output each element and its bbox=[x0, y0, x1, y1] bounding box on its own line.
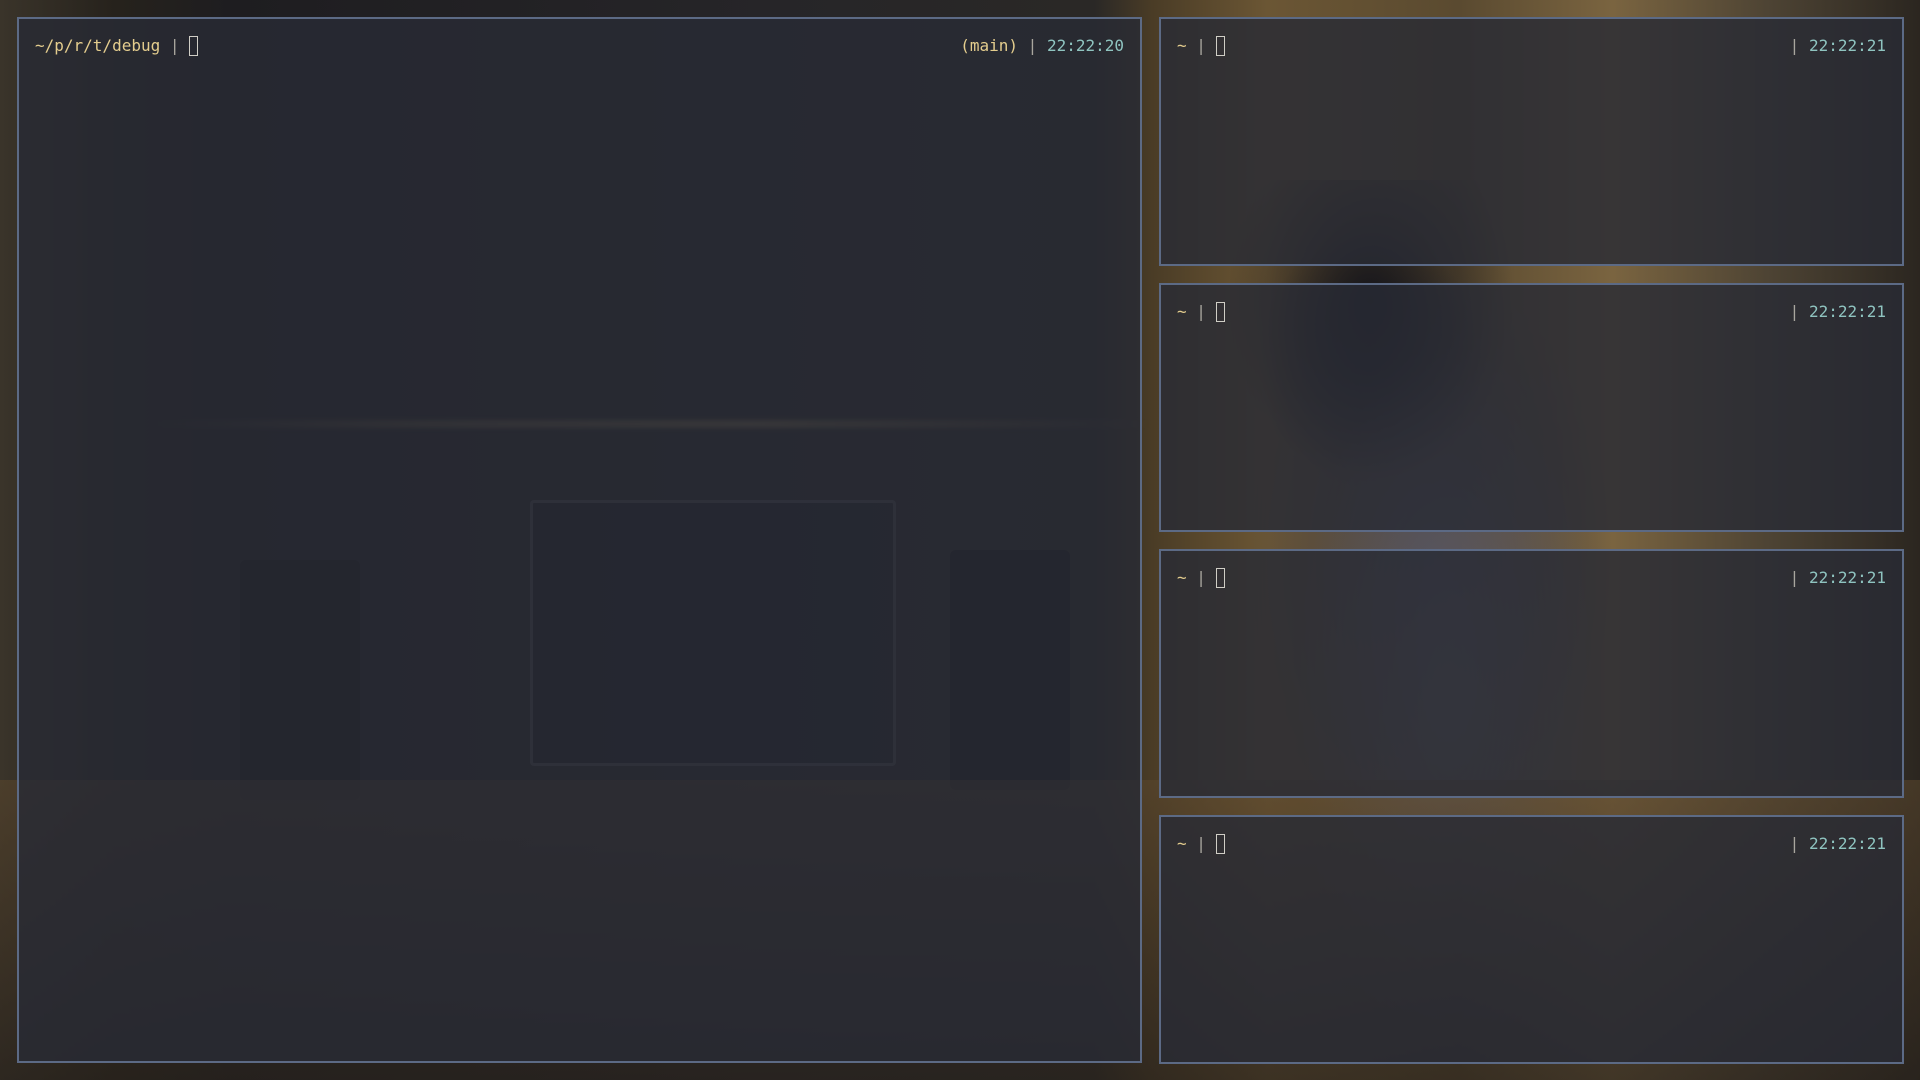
prompt-left: ~/p/r/t/debug | bbox=[35, 35, 199, 57]
prompt-line: ~ | | 22:22:21 bbox=[1177, 833, 1886, 855]
prompt-separator: | bbox=[1186, 834, 1216, 853]
prompt-left: ~ | bbox=[1177, 35, 1225, 57]
prompt-right-separator: | bbox=[1018, 36, 1047, 55]
prompt-left: ~ | bbox=[1177, 567, 1225, 589]
cursor-icon bbox=[1215, 568, 1225, 588]
prompt-separator: | bbox=[1186, 568, 1216, 587]
git-branch: (main) bbox=[960, 36, 1019, 55]
terminal-pane-2[interactable]: ~ | | 22:22:21 bbox=[1159, 283, 1904, 532]
terminal-pane-1[interactable]: ~ | | 22:22:21 bbox=[1159, 17, 1904, 266]
cursor-icon bbox=[1215, 834, 1225, 854]
terminal-pane-main[interactable]: ~/p/r/t/debug | (main) | 22:22:20 bbox=[17, 17, 1142, 1063]
prompt-time: 22:22:20 bbox=[1046, 36, 1124, 55]
cursor-icon bbox=[1215, 302, 1225, 322]
prompt-right-separator: | bbox=[1789, 834, 1809, 853]
prompt-time: 22:22:21 bbox=[1808, 302, 1886, 321]
prompt-path: ~ bbox=[1177, 568, 1187, 587]
prompt-line: ~ | | 22:22:21 bbox=[1177, 567, 1886, 589]
prompt-right: (main) | 22:22:20 bbox=[960, 35, 1124, 57]
prompt-path: ~/p/r/t/debug bbox=[35, 36, 161, 55]
terminal-pane-4[interactable]: ~ | | 22:22:21 bbox=[1159, 815, 1904, 1064]
terminal-pane-3[interactable]: ~ | | 22:22:21 bbox=[1159, 549, 1904, 798]
prompt-right-separator: | bbox=[1789, 36, 1809, 55]
prompt-right: | 22:22:21 bbox=[1790, 301, 1886, 323]
prompt-path: ~ bbox=[1177, 834, 1187, 853]
prompt-left: ~ | bbox=[1177, 301, 1225, 323]
prompt-left: ~ | bbox=[1177, 833, 1225, 855]
prompt-line: ~/p/r/t/debug | (main) | 22:22:20 bbox=[35, 35, 1124, 57]
prompt-time: 22:22:21 bbox=[1808, 568, 1886, 587]
prompt-separator: | bbox=[1186, 302, 1216, 321]
prompt-line: ~ | | 22:22:21 bbox=[1177, 301, 1886, 323]
prompt-right: | 22:22:21 bbox=[1790, 35, 1886, 57]
cursor-icon bbox=[189, 36, 199, 56]
prompt-right-separator: | bbox=[1789, 302, 1809, 321]
prompt-line: ~ | | 22:22:21 bbox=[1177, 35, 1886, 57]
prompt-right: | 22:22:21 bbox=[1790, 833, 1886, 855]
prompt-separator: | bbox=[160, 36, 190, 55]
prompt-right-separator: | bbox=[1789, 568, 1809, 587]
prompt-time: 22:22:21 bbox=[1808, 36, 1886, 55]
cursor-icon bbox=[1215, 36, 1225, 56]
prompt-separator: | bbox=[1186, 36, 1216, 55]
prompt-path: ~ bbox=[1177, 302, 1187, 321]
prompt-path: ~ bbox=[1177, 36, 1187, 55]
prompt-right: | 22:22:21 bbox=[1790, 567, 1886, 589]
prompt-time: 22:22:21 bbox=[1808, 834, 1886, 853]
